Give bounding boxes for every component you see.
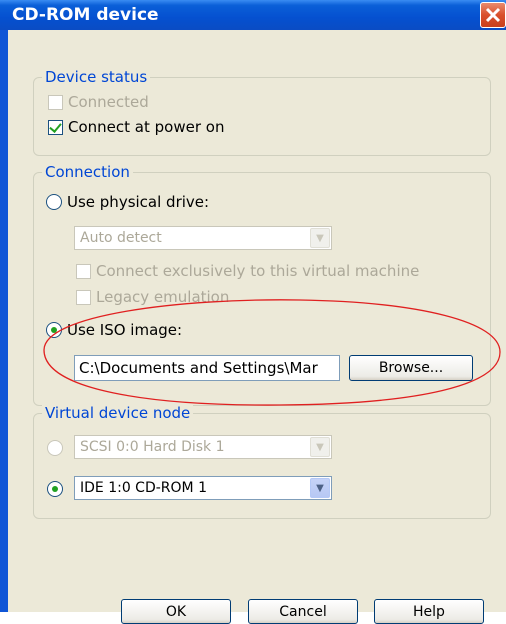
scsi-radio[interactable] (47, 440, 63, 456)
ide-radio[interactable] (47, 481, 63, 497)
scsi-node-select[interactable]: SCSI 0:0 Hard Disk 1 ▼ (74, 435, 332, 459)
window-title: CD-ROM device (12, 5, 159, 25)
iso-path-input[interactable]: C:\Documents and Settings\Mar (74, 355, 340, 381)
scsi-node-value: SCSI 0:0 Hard Disk 1 (80, 439, 225, 455)
ide-node-value: IDE 1:0 CD-ROM 1 (80, 480, 207, 496)
iso-image-radio[interactable] (46, 322, 62, 338)
connect-at-power-on-label: Connect at power on (68, 118, 225, 136)
device-status-group: Device status (33, 68, 491, 156)
cdrom-device-dialog: CD-ROM device Device status Connected Co… (0, 0, 506, 624)
iso-image-radio-row[interactable]: Use ISO image: (46, 321, 182, 339)
title-bar[interactable]: CD-ROM device (0, 0, 506, 30)
iso-image-label: Use ISO image: (67, 321, 183, 339)
connect-exclusively-label: Connect exclusively to this virtual mach… (96, 262, 420, 280)
radio-selected-dot (51, 327, 57, 333)
chevron-down-icon[interactable]: ▼ (310, 437, 330, 457)
connected-checkbox[interactable] (48, 94, 63, 110)
chevron-down-icon[interactable]: ▼ (310, 478, 330, 498)
connection-legend: Connection (42, 163, 133, 181)
physical-drive-radio[interactable] (46, 194, 62, 210)
drive-select[interactable]: Auto detect ▼ (74, 226, 332, 250)
connect-at-power-on-row[interactable]: Connect at power on (48, 118, 224, 136)
legacy-emulation-checkbox[interactable] (76, 289, 91, 305)
dialog-body: Device status Connected Connect at power… (8, 30, 506, 624)
physical-drive-label: Use physical drive: (67, 193, 210, 211)
close-button[interactable] (480, 2, 506, 28)
close-icon (485, 7, 501, 23)
legacy-emulation-label: Legacy emulation (96, 288, 230, 306)
physical-drive-radio-row[interactable]: Use physical drive: (46, 193, 209, 211)
checkmark-icon (49, 119, 62, 133)
connect-exclusively-row[interactable]: Connect exclusively to this virtual mach… (76, 262, 419, 280)
browse-button[interactable]: Browse... (349, 355, 473, 381)
connect-at-power-on-checkbox[interactable] (48, 119, 63, 135)
device-status-legend: Device status (42, 68, 151, 86)
connected-checkbox-row[interactable]: Connected (48, 93, 149, 111)
virtual-device-node-legend: Virtual device node (42, 404, 194, 422)
connect-exclusively-checkbox[interactable] (76, 263, 91, 279)
chevron-down-icon[interactable]: ▼ (310, 228, 330, 248)
virtual-device-node-group: Virtual device node (33, 404, 491, 519)
radio-selected-dot (52, 486, 58, 492)
connected-label: Connected (68, 93, 149, 111)
ide-node-select[interactable]: IDE 1:0 CD-ROM 1 ▼ (74, 476, 332, 500)
window-frame (0, 30, 8, 612)
legacy-emulation-row[interactable]: Legacy emulation (76, 288, 229, 306)
drive-select-value: Auto detect (80, 230, 162, 246)
